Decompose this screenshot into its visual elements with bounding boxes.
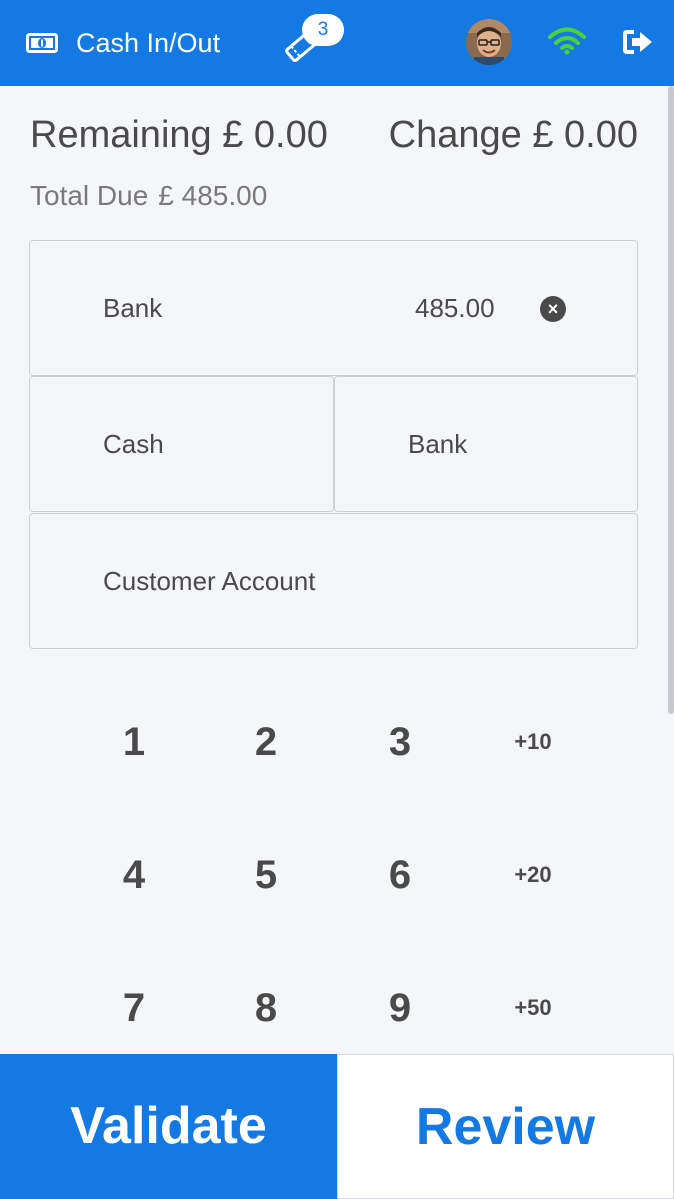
cash-in-out-button[interactable]: Cash In/Out: [26, 22, 220, 64]
paymentline-bank[interactable]: Bank 485.00 ×: [29, 240, 638, 376]
total-due-value: £ 485.00: [158, 180, 268, 211]
scrollbar[interactable]: [668, 86, 674, 714]
remaining-amount: Remaining £ 0.00: [30, 114, 328, 157]
numpad-key-6[interactable]: 6: [334, 809, 466, 941]
delete-paymentline-icon[interactable]: ×: [540, 296, 566, 322]
numpad-key-plus10[interactable]: +10: [467, 676, 599, 808]
numpad-key-4[interactable]: 4: [68, 809, 200, 941]
payment-method-label: Bank: [408, 429, 468, 459]
avatar[interactable]: [466, 19, 512, 65]
money-icon: [26, 32, 58, 54]
payment-method-label: Cash: [103, 429, 164, 459]
orders-ticket-button[interactable]: 3: [284, 14, 346, 64]
payment-method-cash[interactable]: Cash: [29, 376, 334, 512]
change-label: Change: [388, 114, 522, 156]
wifi-icon: [548, 26, 586, 61]
payment-screen: Remaining £ 0.00 Change £ 0.00 Total Due…: [0, 86, 668, 1054]
remaining-label: Remaining: [30, 114, 212, 156]
paymentline-amount[interactable]: 485.00: [415, 293, 495, 324]
total-due: Total Due £ 485.00: [30, 180, 267, 212]
numpad-key-5[interactable]: 5: [200, 809, 332, 941]
validate-button[interactable]: Validate: [0, 1054, 337, 1199]
numpad-key-2[interactable]: 2: [200, 676, 332, 808]
change-value: £ 0.00: [532, 114, 638, 156]
header-bar: Cash In/Out 3: [0, 0, 674, 86]
change-amount: Change £ 0.00: [389, 114, 638, 157]
total-due-label: Total Due: [30, 180, 149, 211]
remaining-value: £ 0.00: [222, 114, 328, 156]
review-button[interactable]: Review: [337, 1054, 674, 1199]
paymentline-name: Bank: [103, 293, 163, 323]
cash-in-out-label: Cash In/Out: [76, 27, 221, 58]
payment-method-label: Customer Account: [103, 566, 316, 596]
orders-count-badge: 3: [302, 14, 344, 46]
numpad-key-1[interactable]: 1: [68, 676, 200, 808]
logout-icon[interactable]: [622, 29, 654, 60]
payment-method-bank[interactable]: Bank: [334, 376, 638, 512]
numpad-key-3[interactable]: 3: [334, 676, 466, 808]
payment-method-customer-account[interactable]: Customer Account: [29, 513, 638, 649]
numpad-key-plus20[interactable]: +20: [467, 809, 599, 941]
